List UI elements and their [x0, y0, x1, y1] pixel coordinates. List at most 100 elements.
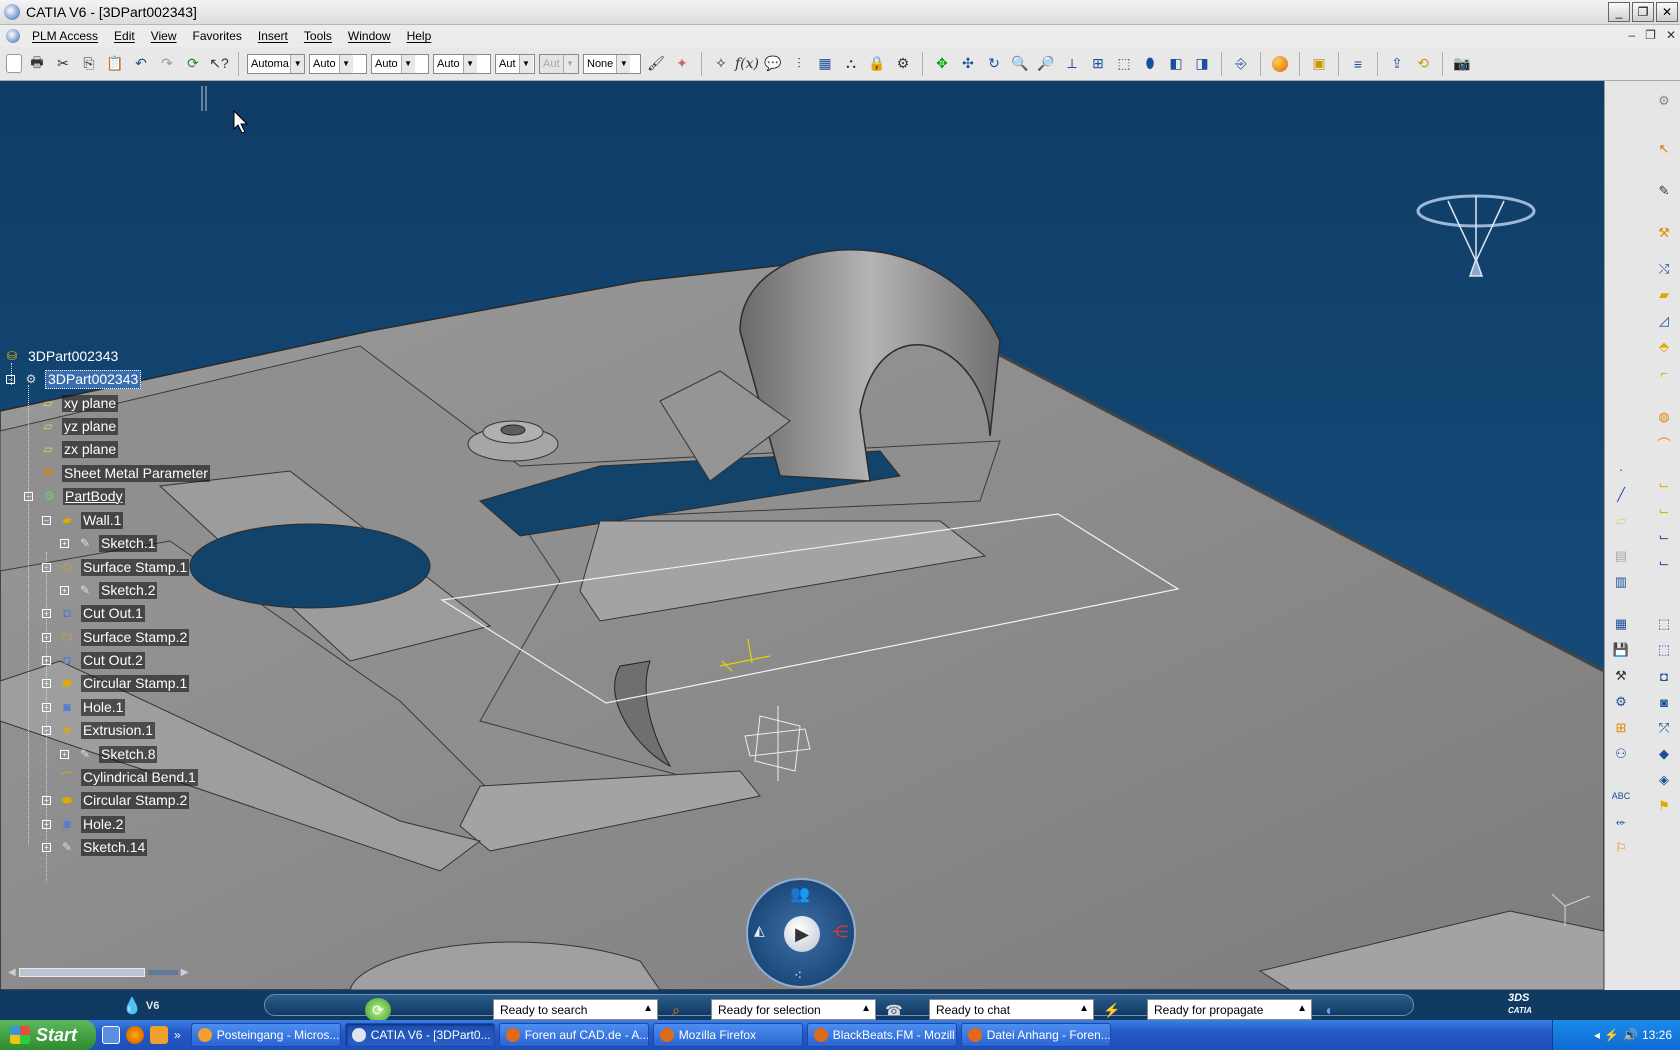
line-weight-combo[interactable]: Auto ▼: [309, 53, 367, 74]
wall-tool-icon[interactable]: ⤭: [1653, 259, 1675, 279]
tree-item-partbody[interactable]: – ⚙ PartBody: [24, 485, 125, 507]
propagate-tool-icon[interactable]: ⚡: [1099, 998, 1125, 1022]
document-menu-icon[interactable]: [6, 29, 20, 43]
catalog-icon[interactable]: ▦: [814, 53, 836, 75]
show-desktop-icon[interactable]: [102, 1026, 120, 1044]
restore-button[interactable]: ❐: [1632, 2, 1654, 22]
chat-tool-icon[interactable]: ☎: [881, 998, 907, 1022]
text-icon[interactable]: ABC: [1610, 786, 1632, 806]
menu-window[interactable]: Window: [340, 29, 399, 43]
3d-viewport[interactable]: ⛁ 3DPart002343 – ⚙ 3DPart002343 ▱ xy pla…: [0, 81, 1604, 990]
copy-icon[interactable]: ⎘: [78, 53, 100, 75]
hide-show-icon[interactable]: ◧: [1165, 53, 1187, 75]
print-icon[interactable]: 🖶: [26, 53, 48, 75]
people-icon[interactable]: 👥: [790, 884, 810, 904]
tree-item-yz-plane[interactable]: ▱ yz plane: [40, 415, 119, 437]
knowledge-icon[interactable]: ✧: [710, 53, 732, 75]
doc-restore-icon[interactable]: ❐: [1645, 28, 1656, 42]
undo-icon[interactable]: ↶: [130, 53, 152, 75]
corner-relief-icon[interactable]: ⌙: [1653, 553, 1675, 573]
fit-all-icon[interactable]: ✥: [931, 53, 953, 75]
tree-item-surface-stamp-2[interactable]: + ⬭ Surface Stamp.2: [42, 626, 190, 648]
doc-close-icon[interactable]: ✕: [1666, 28, 1676, 42]
firefox-quicklaunch-icon[interactable]: [126, 1026, 144, 1044]
tree-item-hole-1[interactable]: + ◙ Hole.1: [42, 696, 126, 718]
hole-tool-icon[interactable]: ◙: [1653, 692, 1675, 712]
collaboration-icon[interactable]: ≡: [1347, 53, 1369, 75]
clip-icon[interactable]: ▥: [1610, 572, 1632, 592]
tree-item-sketch-2[interactable]: + ✎ Sketch.2: [60, 579, 158, 601]
whats-this-icon[interactable]: ↖?: [208, 53, 230, 75]
fold-icon[interactable]: ⌙: [1653, 501, 1675, 521]
compass-green-icon[interactable]: ⟳: [365, 998, 391, 1022]
point-symbol-combo[interactable]: Auto ▼: [433, 53, 491, 74]
formula-icon[interactable]: f(x): [735, 53, 759, 75]
punch-icon[interactable]: ⬚: [1653, 640, 1675, 660]
tree-item-cut-out-2[interactable]: + ◘ Cut Out.2: [42, 649, 145, 671]
tree-item-hole-2[interactable]: + ◙ Hole.2: [42, 813, 126, 835]
extrusion-tool-icon[interactable]: ▰: [1653, 285, 1675, 305]
catia-app-icon[interactable]: [4, 4, 20, 20]
specification-tree-icon[interactable]: ⛬: [840, 53, 862, 75]
tray-arrow-icon[interactable]: ◂: [1594, 1028, 1600, 1042]
tree-item-sketch-14[interactable]: + ✎ Sketch.14: [42, 836, 148, 858]
menu-plm-access[interactable]: PLM Access: [24, 29, 106, 43]
task-foren-cad[interactable]: Foren auf CAD.de - A...: [498, 1023, 649, 1047]
task-datei-anhang[interactable]: Datei Anhang - Foren...: [960, 1023, 1111, 1047]
share-icon[interactable]: ⋲: [832, 922, 848, 942]
fillet-icon[interactable]: ◈: [1653, 770, 1675, 790]
painter-icon[interactable]: 🖌: [645, 53, 667, 75]
compass-mini-icon[interactable]: ◭: [754, 922, 765, 939]
scroll-thumb[interactable]: [18, 967, 145, 977]
save-icon[interactable]: 💾: [1610, 640, 1632, 660]
tree-item-cut-out-1[interactable]: + ◘ Cut Out.1: [42, 602, 145, 624]
cylindrical-bend-tool-icon[interactable]: ⌒: [1653, 433, 1675, 453]
quicklaunch-more-icon[interactable]: »: [174, 1028, 181, 1042]
menu-favorites[interactable]: Favorites: [185, 29, 250, 43]
chat-status-field[interactable]: Ready to chat ▲: [929, 999, 1094, 1020]
mirror-icon[interactable]: ⚑: [1653, 796, 1675, 816]
measure-icon[interactable]: ⫶: [788, 53, 810, 75]
chamfer-icon[interactable]: ◆: [1653, 744, 1675, 764]
minimize-button[interactable]: _: [1608, 2, 1630, 22]
line-type-combo[interactable]: Automa ▼: [247, 53, 305, 74]
expand-selection-icon[interactable]: ▲: [861, 1003, 871, 1014]
plm-search-icon[interactable]: ⎆: [1230, 53, 1252, 75]
scroll-right-icon[interactable]: ▶: [181, 967, 189, 978]
unfold-icon[interactable]: ⌙: [1653, 475, 1675, 495]
tree-item-sketch-1[interactable]: + ✎ Sketch.1: [60, 532, 158, 554]
map-icon[interactable]: ▦: [1610, 614, 1632, 634]
menu-insert[interactable]: Insert: [250, 29, 296, 43]
swap-visible-space-icon[interactable]: ◨: [1191, 53, 1213, 75]
properties-icon[interactable]: ✦: [671, 53, 693, 75]
expand-chat-icon[interactable]: ▲: [1079, 1003, 1089, 1014]
annotation-icon[interactable]: ⬰: [1610, 812, 1632, 832]
redo-icon[interactable]: ↷: [156, 53, 178, 75]
shading-icon[interactable]: ⬮: [1139, 53, 1161, 75]
stamp-tool-icon[interactable]: ⬚: [1653, 614, 1675, 634]
outlook-quicklaunch-icon[interactable]: [150, 1026, 168, 1044]
menu-view[interactable]: View: [143, 29, 185, 43]
bend-icon[interactable]: ⌐: [1653, 363, 1675, 383]
tree-root[interactable]: ⛁ 3DPart002343: [4, 345, 120, 367]
rolled-wall-icon[interactable]: ◍: [1653, 407, 1675, 427]
scroll-left-icon[interactable]: ◀: [8, 967, 16, 978]
zoom-in-icon[interactable]: 🔍: [1009, 53, 1031, 75]
pan-icon[interactable]: ✣: [957, 53, 979, 75]
start-button[interactable]: Start: [0, 1020, 96, 1050]
multi-view-icon[interactable]: ⊞: [1087, 53, 1109, 75]
task-outlook[interactable]: Posteingang - Micros...: [190, 1023, 341, 1047]
line-color-combo[interactable]: Auto ▼: [371, 53, 429, 74]
play-icon[interactable]: ▶: [784, 916, 820, 952]
search-tool-icon[interactable]: ⌕: [663, 998, 689, 1022]
tree-item-zx-plane[interactable]: ▱ zx plane: [40, 438, 119, 460]
task-catia[interactable]: CATIA V6 - [3DPart0...: [344, 1023, 495, 1047]
line-icon[interactable]: ╱: [1610, 485, 1632, 505]
expand-search-icon[interactable]: ▲: [643, 1003, 653, 1014]
hem-icon[interactable]: ⬘: [1653, 337, 1675, 357]
iso-view-icon[interactable]: ⬚: [1113, 53, 1135, 75]
update-icon[interactable]: ⟳: [182, 53, 204, 75]
tree-item-circular-stamp-2[interactable]: + ⬬ Circular Stamp.2: [42, 789, 190, 811]
mechanism-icon[interactable]: ⚙: [892, 53, 914, 75]
tree-scrollbar[interactable]: ◀ ▶: [8, 966, 196, 978]
